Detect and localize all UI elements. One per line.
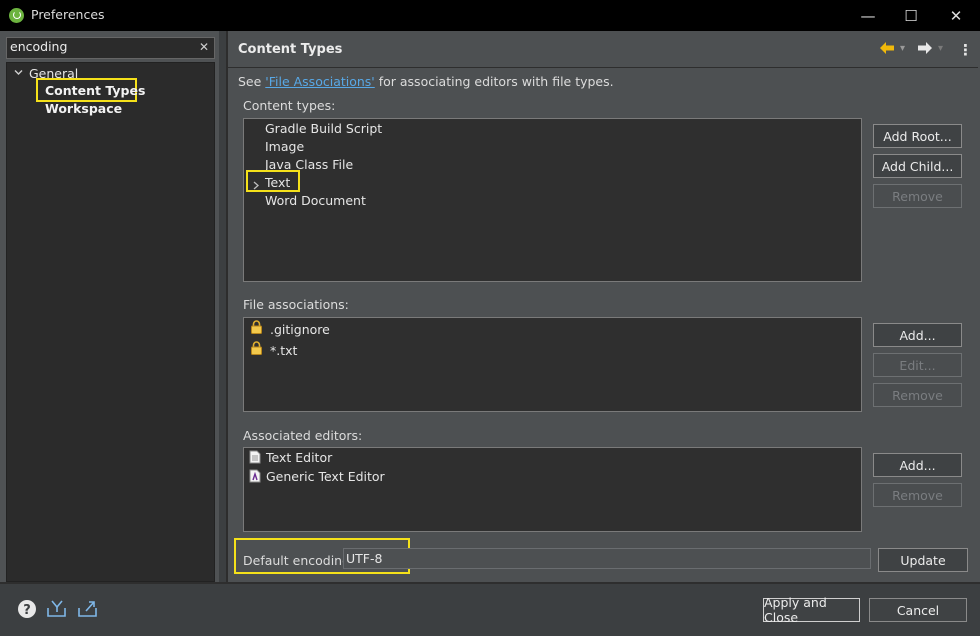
apply-and-close-button[interactable]: Apply and Close — [763, 595, 860, 625]
associated-editors-list[interactable] — [243, 447, 862, 532]
clear-filter-icon[interactable]: ✕ — [199, 40, 209, 54]
see-note: See 'File Associations' for associating … — [238, 74, 614, 89]
filter-input[interactable]: encoding — [6, 37, 215, 59]
add-root-button[interactable]: Add Root... — [873, 124, 962, 148]
tree-item-image[interactable]: Image — [265, 139, 304, 154]
preference-tree[interactable] — [6, 62, 215, 582]
content-types-label: Content types: — [243, 98, 336, 113]
header-divider — [228, 67, 978, 68]
associated-editors-label: Associated editors: — [243, 428, 363, 443]
assoc-item-txt[interactable]: *.txt — [270, 343, 297, 358]
back-dropdown-icon[interactable]: ▾ — [900, 43, 905, 54]
view-menu-icon[interactable]: ⋮ — [958, 41, 973, 59]
assoc-item-gitignore[interactable]: .gitignore — [270, 322, 330, 337]
edit-association-button[interactable]: Edit... — [873, 353, 962, 377]
close-window-button[interactable]: ✕ — [934, 0, 978, 31]
tree-item-text[interactable]: Text — [265, 175, 290, 190]
text-file-icon — [249, 450, 261, 467]
add-association-button[interactable]: Add... — [873, 323, 962, 347]
chevron-right-icon[interactable] — [252, 178, 260, 193]
tree-item-gradle[interactable]: Gradle Build Script — [265, 121, 382, 136]
remove-association-button[interactable]: Remove — [873, 383, 962, 407]
file-associations-link[interactable]: 'File Associations' — [265, 74, 374, 89]
editor-item-text[interactable]: Text Editor — [266, 450, 332, 465]
remove-editor-button[interactable]: Remove — [873, 483, 962, 507]
add-editor-button[interactable]: Add... — [873, 453, 962, 477]
forward-dropdown-icon[interactable]: ▾ — [938, 43, 943, 54]
add-child-button[interactable]: Add Child... — [873, 154, 962, 178]
app-icon — [9, 8, 24, 23]
splitter[interactable] — [219, 31, 226, 582]
generic-editor-icon — [249, 469, 261, 486]
svg-text:?: ? — [23, 603, 31, 618]
chevron-down-icon[interactable] — [13, 67, 24, 81]
file-associations-label: File associations: — [243, 297, 349, 312]
see-suffix: for associating editors with file types. — [374, 74, 614, 89]
back-icon[interactable] — [879, 40, 895, 59]
tree-item-workspace[interactable]: Workspace — [45, 101, 122, 116]
import-icon[interactable] — [46, 599, 68, 622]
tree-item-word[interactable]: Word Document — [265, 193, 366, 208]
forward-icon[interactable] — [917, 40, 933, 59]
lock-icon — [250, 341, 263, 358]
page-title: Content Types — [238, 42, 343, 57]
file-associations-list[interactable] — [243, 317, 862, 412]
minimize-button[interactable]: — — [846, 0, 890, 31]
remove-content-type-button[interactable]: Remove — [873, 184, 962, 208]
default-encoding-input[interactable]: UTF-8 — [343, 548, 871, 569]
tree-item-content-types[interactable]: Content Types — [45, 83, 145, 98]
lock-icon — [250, 320, 263, 337]
cancel-button[interactable]: Cancel — [869, 598, 967, 622]
see-prefix: See — [238, 74, 266, 89]
maximize-button[interactable]: ☐ — [889, 0, 933, 31]
default-encoding-label: Default encoding: — [243, 553, 355, 568]
export-icon[interactable] — [77, 599, 99, 622]
title-bar — [0, 0, 980, 31]
help-icon[interactable]: ? — [17, 599, 37, 622]
window-title: Preferences — [31, 7, 105, 22]
update-button[interactable]: Update — [878, 548, 968, 572]
editor-item-generic[interactable]: Generic Text Editor — [266, 469, 385, 484]
